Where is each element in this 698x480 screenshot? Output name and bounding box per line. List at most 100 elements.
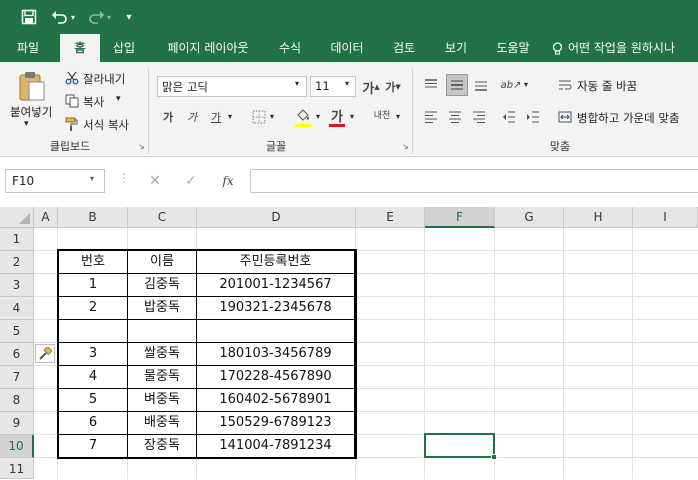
table-header-number[interactable]: 번호 — [58, 250, 128, 274]
row-header-1[interactable]: 1 — [0, 228, 34, 251]
row-header-5[interactable]: 5 — [0, 320, 34, 343]
align-right-icon[interactable] — [470, 108, 488, 126]
table-cell-name[interactable]: 밥중독 — [127, 296, 197, 320]
tab-view[interactable]: 보기 — [436, 34, 476, 62]
table-cell-resident-id[interactable]: 160402-5678901 — [196, 388, 355, 412]
save-icon[interactable] — [16, 0, 42, 34]
clipboard-launcher-icon[interactable]: ↘ — [138, 142, 145, 151]
cancel-icon[interactable]: ✕ — [146, 171, 164, 191]
table-cell-resident-id[interactable]: 190321-2345678 — [196, 296, 355, 320]
fill-color-icon[interactable] — [294, 106, 312, 124]
enter-icon[interactable]: ✓ — [182, 171, 200, 191]
insert-function-icon[interactable]: fx — [218, 171, 238, 191]
column-header-g[interactable]: G — [495, 207, 564, 228]
wrap-text-icon[interactable] — [556, 76, 574, 94]
table-cell-resident-id[interactable]: 150529-6789123 — [196, 411, 355, 435]
align-middle-icon[interactable] — [446, 74, 468, 96]
table-cell-name[interactable]: 김중독 — [127, 273, 197, 297]
column-header-e[interactable]: E — [356, 207, 425, 228]
row-header-6[interactable]: 6 — [0, 343, 34, 366]
formula-input[interactable] — [250, 169, 698, 193]
copy-dropdown-icon[interactable]: ▾ — [116, 94, 121, 104]
format-painter-button[interactable]: 서식 복사 — [83, 117, 129, 133]
decrease-font-icon[interactable]: 가 ▼ — [384, 77, 402, 97]
table-cell-number[interactable]: 3 — [58, 342, 128, 366]
row-header-7[interactable]: 7 — [0, 366, 34, 389]
table-cell-number[interactable]: 2 — [58, 296, 128, 320]
paste-dropdown-icon[interactable]: ▾ — [24, 119, 29, 129]
table-cell-resident-id[interactable]: 201001-1234567 — [196, 273, 355, 297]
increase-indent-icon[interactable] — [524, 108, 542, 126]
font-launcher-icon[interactable]: ↘ — [402, 142, 409, 151]
orientation-dropdown-icon[interactable]: ▾ — [524, 80, 528, 89]
font-size-select[interactable]: 11 ▾ — [310, 76, 356, 97]
paste-icon[interactable] — [14, 70, 50, 102]
table-cell-resident-id[interactable]: 180103-3456789 — [196, 342, 355, 366]
increase-font-icon[interactable]: 가 ▲ — [362, 77, 380, 97]
table-cell-name[interactable] — [127, 319, 197, 343]
scissors-icon[interactable] — [64, 70, 80, 86]
column-header-c[interactable]: C — [128, 207, 197, 228]
tab-home[interactable]: 홈 — [60, 34, 100, 62]
decrease-indent-icon[interactable] — [500, 108, 518, 126]
merge-center-button[interactable]: 병합하고 가운데 맞춤 — [577, 110, 680, 126]
paste-label[interactable]: 붙여넣기 — [10, 104, 52, 120]
column-header-a[interactable]: A — [34, 207, 58, 228]
align-left-icon[interactable] — [422, 108, 440, 126]
fill-color-dropdown-icon[interactable]: ▾ — [316, 112, 320, 121]
table-header-name[interactable]: 이름 — [127, 250, 197, 274]
table-cell-name[interactable]: 벼중독 — [127, 388, 197, 412]
tab-review[interactable]: 검토 — [384, 34, 424, 62]
column-header-b[interactable]: B — [58, 207, 128, 228]
wrap-text-button[interactable]: 자동 줄 바꿈 — [577, 78, 637, 94]
row-header-2[interactable]: 2 — [0, 251, 34, 274]
table-cell-number[interactable]: 4 — [58, 365, 128, 389]
font-color-dropdown-icon[interactable]: ▾ — [350, 112, 354, 121]
fill-handle[interactable] — [491, 454, 497, 460]
row-header-9[interactable]: 9 — [0, 412, 34, 435]
tell-me-box[interactable]: 어떤 작업을 원하시나 — [552, 34, 698, 62]
phonetic-dropdown-icon[interactable]: ▾ — [396, 112, 400, 121]
table-cell-name[interactable]: 배중독 — [127, 411, 197, 435]
merge-center-icon[interactable] — [556, 108, 574, 126]
table-cell-number[interactable]: 5 — [58, 388, 128, 412]
column-header-d[interactable]: D — [197, 207, 356, 228]
italic-icon[interactable]: 가 — [184, 108, 200, 126]
underline-dropdown-icon[interactable]: ▾ — [228, 112, 232, 121]
row-header-11[interactable]: 11 — [0, 458, 34, 479]
table-cell-resident-id[interactable]: 141004-7891234 — [196, 434, 355, 458]
paste-options-icon[interactable] — [35, 344, 55, 363]
tab-insert[interactable]: 삽입 — [104, 34, 144, 62]
borders-dropdown-icon[interactable]: ▾ — [270, 112, 274, 121]
redo-icon[interactable]: ▾ — [84, 0, 114, 34]
table-cell-resident-id[interactable]: 170228-4567890 — [196, 365, 355, 389]
table-cell-name[interactable]: 쌀중독 — [127, 342, 197, 366]
copy-button[interactable]: 복사 — [83, 94, 104, 110]
undo-icon[interactable]: ▾ — [48, 0, 78, 34]
format-painter-icon[interactable] — [64, 116, 80, 132]
cut-button[interactable]: 잘라내기 — [83, 71, 125, 87]
table-cell-number[interactable]: 6 — [58, 411, 128, 435]
tab-formulas[interactable]: 수식 — [270, 34, 310, 62]
borders-icon[interactable] — [250, 108, 268, 126]
orientation-icon[interactable]: ab↗ — [500, 76, 522, 94]
bold-icon[interactable]: 가 — [160, 108, 176, 126]
table-cell-number[interactable]: 7 — [58, 434, 128, 458]
row-header-3[interactable]: 3 — [0, 274, 34, 297]
selected-cell-f10[interactable] — [424, 433, 495, 458]
table-cell-name[interactable]: 물중독 — [127, 365, 197, 389]
column-header-i[interactable]: I — [633, 207, 698, 228]
name-box[interactable]: F10 ▾ — [5, 169, 105, 193]
row-header-8[interactable]: 8 — [0, 389, 34, 412]
column-header-f[interactable]: F — [425, 207, 495, 228]
tab-help[interactable]: 도움말 — [486, 34, 540, 62]
select-all-corner[interactable] — [0, 207, 34, 228]
table-header-resident-id[interactable]: 주민등록번호 — [196, 250, 355, 274]
font-name-select[interactable]: 맑은 고딕 ▾ — [157, 76, 307, 97]
tab-data[interactable]: 데이터 — [322, 34, 372, 62]
table-cell-resident-id[interactable] — [196, 319, 355, 343]
customize-icon[interactable]: ▾ — [120, 0, 138, 34]
table-cell-name[interactable]: 장중독 — [127, 434, 197, 458]
align-center-icon[interactable] — [446, 108, 464, 126]
font-color-icon[interactable]: 가 — [328, 106, 346, 125]
